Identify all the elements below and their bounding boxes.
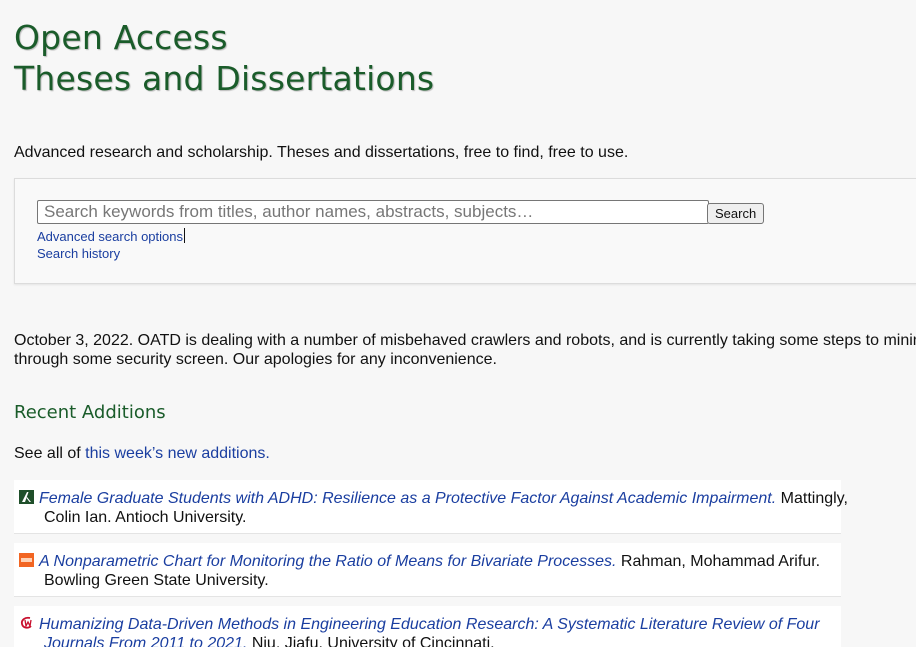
entry-meta-line2: Colin Ian. Antioch University. xyxy=(44,509,247,526)
search-input[interactable] xyxy=(37,200,709,224)
entry-meta: Niu, Jiafu. University of Cincinnati. xyxy=(247,635,495,647)
notice-line2: through some security screen. Our apolog… xyxy=(14,351,497,368)
entry-title-link[interactable]: A Nonparametric Chart for Monitoring the… xyxy=(39,553,616,570)
entry-title-link[interactable]: Humanizing Data-Driven Methods in Engine… xyxy=(39,616,820,633)
tagline: Advanced research and scholarship. These… xyxy=(14,144,629,161)
advanced-search-link[interactable]: Advanced search options xyxy=(37,228,185,245)
site-title-line1[interactable]: Open Access xyxy=(14,17,434,58)
text-cursor xyxy=(183,228,185,243)
notice-line1: October 3, 2022. OATD is dealing with a … xyxy=(14,332,916,349)
advanced-search-link-label[interactable]: Advanced search options xyxy=(37,229,183,244)
bgsu-logo-icon xyxy=(19,553,34,567)
page: Open Access Theses and Dissertations Adv… xyxy=(0,0,916,647)
antioch-logo-icon xyxy=(19,490,34,504)
site-title[interactable]: Open Access Theses and Dissertations xyxy=(14,17,434,99)
entry-meta: Mattingly, xyxy=(776,490,848,507)
site-title-line2[interactable]: Theses and Dissertations xyxy=(14,58,434,99)
see-all-prefix: See all of xyxy=(14,445,86,462)
list-item: Humanizing Data-Driven Methods in Engine… xyxy=(14,606,841,647)
entry-meta: Rahman, Mohammad Arifur. xyxy=(616,553,821,570)
entry-title-link[interactable]: Female Graduate Students with ADHD: Resi… xyxy=(39,490,776,507)
search-panel: Search Advanced search options Search hi… xyxy=(14,178,916,284)
list-item: A Nonparametric Chart for Monitoring the… xyxy=(14,543,841,596)
recent-additions-heading: Recent Additions xyxy=(14,402,166,423)
site-notice: October 3, 2022. OATD is dealing with a … xyxy=(14,331,916,369)
see-all-text: See all of this week’s new additions. xyxy=(14,444,270,463)
cincinnati-logo-icon xyxy=(20,616,32,629)
search-history-link[interactable]: Search history xyxy=(37,245,185,262)
entry-title-link-cont[interactable]: Journals From 2011 to 2021. xyxy=(44,635,247,647)
entry-meta-line2: Bowling Green State University. xyxy=(44,572,269,589)
weekly-additions-link[interactable]: this week’s new additions. xyxy=(85,445,270,462)
list-item: Female Graduate Students with ADHD: Resi… xyxy=(14,480,848,533)
search-button[interactable]: Search xyxy=(707,203,765,224)
search-links: Advanced search options Search history xyxy=(37,228,185,262)
